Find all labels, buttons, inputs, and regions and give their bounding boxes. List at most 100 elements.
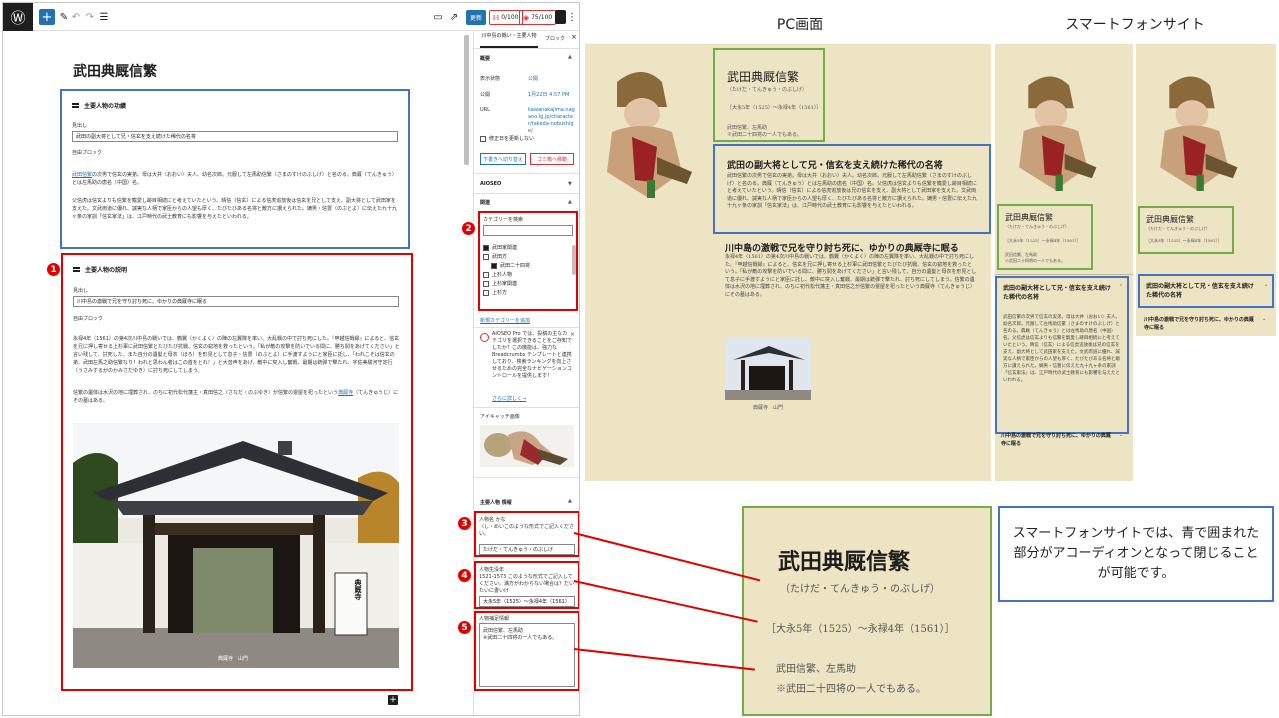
sp-accordion-open[interactable]: 武田の副大将として兄・信玄を支え続けた稀代の名将 ⌃ 武田信繁の次男で信玄の実弟… [995,276,1129,434]
sp-heading-1[interactable]: 武田の副大将として兄・信玄を支え続けた稀代の名将 [1146,282,1258,300]
chevron-down-icon[interactable]: ⌄ [1119,432,1123,438]
pc-note-2: ※武田二十四将の一人でもある。 [727,132,803,138]
sp-accordion-closed[interactable]: 武田の副大将として兄・信玄を支え続けた稀代の名将 ⌄ [1138,274,1274,308]
marker-5: 5 [458,621,471,634]
publish-label: 公開 [480,92,491,98]
sp-heading-1[interactable]: 武田の副大将として兄・信玄を支え続けた稀代の名将 [1003,284,1113,302]
seo-score-badge-a[interactable]: ℍ 0/100 [489,10,523,25]
chevron-down-icon[interactable]: ⌄ [1262,316,1266,322]
divider [474,407,579,408]
post-title[interactable]: 武田典厩信繁 [73,61,157,81]
block-description[interactable]: 主要人物の説明 見出し 川中島の激戦で兄を守り討ち死に。ゆかりの典厩寺に眠る 自… [61,253,413,691]
para-link[interactable]: 典厩寺 [338,390,353,396]
chevron-down-icon[interactable]: ⌄ [1264,282,1268,288]
divider [995,274,1133,275]
category-item[interactable]: 武田二十四将 [483,261,571,270]
category-checkbox[interactable] [483,289,489,296]
undo-icon[interactable]: ↶ [71,8,81,26]
url-value[interactable]: kawanakajima.nagano.lg.jp/character/take… [528,107,576,135]
category-search-input[interactable] [483,225,573,236]
name-kana-input[interactable]: たけだ・てんきゅう・のぶしげ [479,544,575,555]
list-view-icon[interactable]: ☰ [99,8,109,26]
para-link[interactable]: 武田信繁 [72,172,92,178]
category-checkbox[interactable] [483,244,489,251]
temple-gate-photo[interactable]: 典厩寺 山門 典厩寺 [73,423,399,668]
external-view-icon[interactable]: ⇗ [449,8,459,26]
redo-icon[interactable]: ↷ [85,8,95,26]
sp-view-label: スマートフォンサイト [1065,17,1205,33]
block-achievements[interactable]: 主要人物の功績 見出し 武田の副大将として兄・信玄を支え続けた稀代の名将 自由ブ… [60,89,410,249]
add-category-link[interactable]: 新規カテゴリーを追加 [480,317,530,324]
sp-page-collapsed: 武田典厩信繁 （たけだ・てんきゅう・のぶしげ） ［大永5年（1525）～永禄4年… [1136,44,1276,336]
caption-input[interactable]: 武田の副大将として兄・信玄を支え続けた稀代の名将 [72,131,398,142]
pc-gate-photo [725,338,811,400]
sticky-checkbox-row[interactable]: 修正日を更新しない [480,135,534,142]
chevron-down-icon[interactable]: ▼ [568,181,572,187]
field-help: （し・めいこのような形式でご記入ください。 [479,524,575,537]
category-checkbox[interactable] [483,271,489,278]
wordpress-logo-icon[interactable]: Ⓦ [3,3,33,31]
block-paragraph-1[interactable]: 永禄4年（1561）の第4次川中島の戦いでは、鶴翼（かくよく）の陣の左翼隊を率い… [73,335,401,375]
block-paragraph-2[interactable]: 信繁の遺体は水沢の地に埋葬され、のちに初代松代藩主・真田信之（さなだ・のぶゆき）… [73,389,401,405]
sp-note-2: ※武田二十四将の一人でもある。 [1005,258,1065,263]
switch-to-draft-button[interactable]: 下書きへ切り替え [480,153,526,165]
field-label: 人物補足情報 [479,616,510,622]
block-paragraph-2[interactable]: 父信虎は信玄よりも信繁を寵愛し跡目相続にと考えていたという。晴信（信玄）による信… [72,197,400,221]
seo-score-badge-b[interactable]: ◉ 75/100 [519,10,557,25]
category-checkbox[interactable] [483,253,489,260]
marker-4: 4 [458,569,471,582]
lifespan-input[interactable]: 大永5年（1525）～永禄4年（1561） [479,596,575,607]
featured-image[interactable] [480,425,574,467]
chevron-up-icon[interactable]: ⌃ [1119,284,1123,290]
category-scrollbar[interactable] [572,245,576,275]
chevron-up-icon[interactable]: ▲ [568,498,572,504]
aioseo-logo-icon [480,333,489,342]
category-checkbox[interactable] [491,262,497,269]
sp-years: ［大永5年（1525）～永禄4年（1561）］ [1005,238,1081,243]
visibility-value[interactable]: 公開 [528,75,538,82]
add-block-button[interactable]: + [39,9,55,25]
block-heading-icon [72,103,79,108]
seo-score-a: 0/100 [501,14,519,21]
category-checkbox[interactable] [483,280,489,287]
close-sidebar-icon[interactable]: × [571,33,577,41]
pc-years: ［大永5年（1525）～永禄4年（1561）］ [727,105,822,111]
category-item[interactable]: 上杉家関連 [483,279,571,288]
append-block-button[interactable]: + [388,695,398,705]
aioseo-panel-title[interactable]: AIOSEO [480,181,501,187]
tab-block[interactable]: ブロック [540,35,570,42]
zoom-note-2: ※武田二十四将の一人でもある。 [776,684,926,695]
chevron-up-icon[interactable]: ▲ [568,199,572,205]
publish-date[interactable]: 1月22日 4:57 PM [528,91,569,98]
category-item[interactable]: 武田方 [483,252,571,261]
caption-input[interactable]: 川中島の激戦で兄を守り討ち死に。ゆかりの典厩寺に眠る [73,296,399,307]
edit-pencil-icon[interactable]: ✎ [59,8,69,26]
settings-panel-icon[interactable] [555,10,566,24]
chevron-up-icon[interactable]: ▲ [568,54,572,60]
more-options-icon[interactable]: ⋮ [567,8,577,26]
category-item[interactable]: 上杉人物 [483,270,571,279]
notes-textarea[interactable]: 武田信繁、左馬助 ※武田二十四将の一人でもある。 [479,623,575,687]
sp-heading-2[interactable]: 川中島の激戦で兄を守り討ち死に、ゆかりの典厩寺に眠る [1001,432,1111,448]
block-heading: 主要人物の説明 [73,265,127,274]
character-info-title[interactable]: 主要人物 情報 [480,499,512,506]
category-item[interactable]: 武田家関連 [483,243,571,252]
canvas-scrollbar[interactable] [464,35,469,165]
learn-more-link[interactable]: さらに詳しく→ [492,395,526,402]
update-button[interactable]: 更新 [466,10,486,25]
category-section-title[interactable]: 関連 [480,199,490,206]
tab-post[interactable]: 川中島の戦い・主要人物 [480,33,538,48]
summary-section-title[interactable]: 概要 [480,55,490,62]
move-to-trash-button[interactable]: ゴミ箱へ移動 [530,153,574,165]
free-block-label: 自由ブロック [72,150,103,156]
sp-name: 武田典厩信繁 [1146,215,1194,224]
temple-gate-image [73,423,399,668]
marker-3: 3 [458,517,471,530]
para-text: の次男で信玄の実弟。母は大井（おおい）夫人。幼名次郎。元服して左馬助信繁（さまの… [72,172,397,186]
block-paragraph-1[interactable]: 武田信繁の次男で信玄の実弟。母は大井（おおい）夫人。幼名次郎。元服して左馬助信繁… [72,171,400,187]
close-notice-icon[interactable]: × [570,331,575,338]
desktop-preview-icon[interactable]: ▭ [433,8,443,26]
sp-heading-2[interactable]: 川中島の激戦で兄を守り討ち死に、ゆかりの典厩寺に眠る [1144,316,1256,332]
sticky-checkbox[interactable] [480,135,486,142]
category-item[interactable]: 上杉方 [483,288,571,297]
